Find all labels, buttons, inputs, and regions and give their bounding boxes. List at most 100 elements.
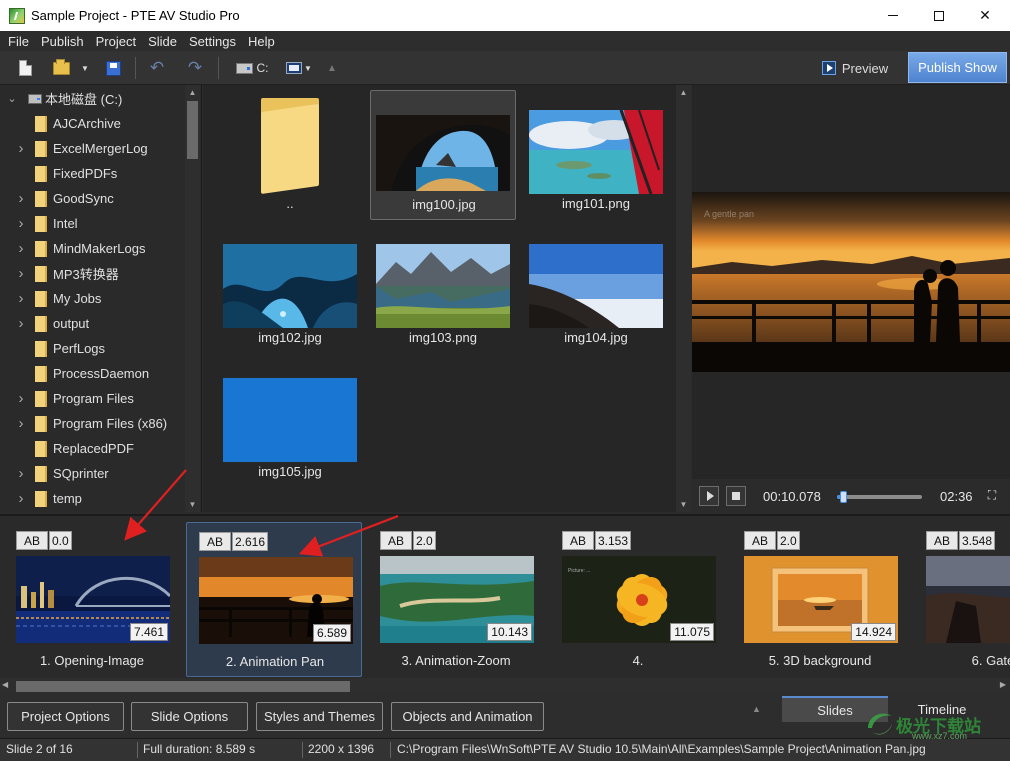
slide-thumbnail[interactable]: 10.143 <box>380 556 534 643</box>
scroll-up-icon[interactable]: ▲ <box>185 85 200 99</box>
file-item-img104[interactable]: img104.jpg <box>523 224 669 354</box>
chevron-right-icon[interactable]: › <box>16 265 26 282</box>
chevron-right-icon[interactable]: › <box>16 415 26 432</box>
slide-item[interactable]: AB 0.0 7.461 1. Opening-Image <box>4 522 180 677</box>
slide-thumbnail[interactable]: Picture: ... 11.075 <box>562 556 716 643</box>
menu-slide[interactable]: Slide <box>142 34 183 49</box>
close-button[interactable]: ✕ <box>962 0 1008 31</box>
tree-folder-item[interactable]: › ExcelMergerLog <box>0 136 185 161</box>
transition-ab-badge[interactable]: AB <box>16 531 48 550</box>
project-options-button[interactable]: Project Options <box>7 702 124 731</box>
file-item-img103[interactable]: img103.png <box>370 224 516 354</box>
tree-folder-item[interactable]: › MP3转换器 <box>0 261 185 286</box>
menu-file[interactable]: File <box>2 34 35 49</box>
files-scrollbar[interactable]: ▲ ▼ <box>676 85 691 512</box>
view-mode-button[interactable]: ▼ <box>284 57 314 79</box>
scroll-down-icon[interactable]: ▼ <box>185 497 200 511</box>
slide-preview-image[interactable]: A gentle pan <box>692 192 1010 372</box>
transition-duration-badge[interactable]: 2.0 <box>413 531 436 550</box>
slides-scrollbar[interactable]: ◀ ▶ <box>0 678 1010 694</box>
transition-ab-badge[interactable]: AB <box>380 531 412 550</box>
slide-thumbnail[interactable]: 7.461 <box>16 556 170 643</box>
play-button[interactable] <box>699 486 719 506</box>
slide-options-button[interactable]: Slide Options <box>131 702 248 731</box>
slide-item[interactable]: AB 3.153 Picture: ... 11.075 4. <box>550 522 726 677</box>
menu-publish[interactable]: Publish <box>35 34 90 49</box>
slides-scroll-thumb[interactable] <box>16 681 350 692</box>
minimize-button[interactable] <box>870 0 916 31</box>
tree-folder-item[interactable]: ProcessDaemon <box>0 361 185 386</box>
file-item-img105[interactable]: img105.jpg <box>217 358 363 488</box>
seek-slider[interactable] <box>837 491 922 503</box>
tree-root-drive[interactable]: ⌄ 本地磁盘 (C:) <box>0 86 185 111</box>
file-item-parent-folder[interactable]: .. <box>217 90 363 220</box>
slide-thumbnail[interactable]: 14.924 <box>744 556 898 643</box>
slide-thumbnail[interactable]: 6.589 <box>199 557 353 644</box>
chevron-right-icon[interactable]: › <box>16 465 26 482</box>
seek-handle[interactable] <box>839 491 847 503</box>
slide-item[interactable]: AB3.548 6. Gates -t <box>914 522 1010 677</box>
transition-duration-badge[interactable]: 2.616 <box>232 532 269 551</box>
tree-folder-item[interactable]: › Intel <box>0 211 185 236</box>
styles-themes-button[interactable]: Styles and Themes <box>256 702 383 731</box>
transition-ab-badge[interactable]: AB <box>926 531 958 550</box>
fullscreen-icon[interactable]: ⛶ <box>985 488 999 502</box>
chevron-right-icon[interactable]: › <box>16 490 26 507</box>
publish-show-button[interactable]: Publish Show <box>908 52 1007 83</box>
slide-item[interactable]: AB 2.0 14.924 5. 3D background <box>732 522 908 677</box>
transition-ab-badge[interactable]: AB <box>199 532 231 551</box>
menu-help[interactable]: Help <box>242 34 281 49</box>
chevron-right-icon[interactable]: › <box>16 240 26 257</box>
menu-settings[interactable]: Settings <box>183 34 242 49</box>
tree-folder-item[interactable]: › output <box>0 311 185 336</box>
folder-up-button[interactable]: ▲ <box>324 57 340 79</box>
tree-folder-item[interactable]: › SQprinter <box>0 461 185 486</box>
transition-duration-badge[interactable]: 2.0 <box>777 531 800 550</box>
chevron-right-icon[interactable]: › <box>16 190 26 207</box>
stop-button[interactable] <box>726 486 746 506</box>
transition-ab-badge[interactable]: AB <box>744 531 776 550</box>
collapse-arrow-icon[interactable]: ▲ <box>752 704 761 714</box>
file-item-img102[interactable]: img102.jpg <box>217 224 363 354</box>
transition-duration-badge[interactable]: 3.153 <box>595 531 632 550</box>
chevron-right-icon[interactable]: › <box>16 390 26 407</box>
transition-ab-badge[interactable]: AB <box>562 531 594 550</box>
file-item-img100[interactable]: img100.jpg <box>370 90 516 220</box>
redo-button[interactable]: ↷ <box>184 57 206 79</box>
tree-scroll-thumb[interactable] <box>187 101 198 159</box>
tree-folder-item[interactable]: ReplacedPDF <box>0 436 185 461</box>
scroll-left-icon[interactable]: ◀ <box>2 680 8 689</box>
chevron-down-icon[interactable]: ⌄ <box>7 93 17 105</box>
transition-duration-badge[interactable]: 0.0 <box>49 531 72 550</box>
tree-folder-item[interactable]: AJCArchive <box>0 111 185 136</box>
tree-scrollbar[interactable]: ▲ ▼ <box>185 85 200 512</box>
tree-folder-item[interactable]: › MindMakerLogs <box>0 236 185 261</box>
undo-button[interactable]: ↶ <box>146 57 168 79</box>
tree-folder-item[interactable]: › My Jobs <box>0 286 185 311</box>
scroll-right-icon[interactable]: ▶ <box>1000 680 1006 689</box>
slide-item[interactable]: AB 2.0 10.143 3. Animation-Zoom <box>368 522 544 677</box>
menu-project[interactable]: Project <box>90 34 142 49</box>
tree-folder-item[interactable]: › GoodSync <box>0 186 185 211</box>
preview-button[interactable]: Preview <box>810 57 900 79</box>
slide-thumbnail[interactable] <box>926 556 1010 643</box>
scroll-down-icon[interactable]: ▼ <box>676 497 691 511</box>
maximize-button[interactable] <box>916 0 962 31</box>
tree-folder-item[interactable]: › Program Files (x86) <box>0 411 185 436</box>
drive-selector[interactable]: C: <box>232 57 272 79</box>
open-recent-dropdown[interactable]: ▼ <box>78 57 90 79</box>
tree-folder-item[interactable]: › Program Files <box>0 386 185 411</box>
save-project-button[interactable] <box>102 57 124 79</box>
file-item-img101[interactable]: img101.png <box>523 90 669 220</box>
slide-item[interactable]: AB 2.616 6.589 2. Animation Pan <box>186 522 362 677</box>
tree-folder-item[interactable]: PerfLogs <box>0 336 185 361</box>
chevron-right-icon[interactable]: › <box>16 140 26 157</box>
chevron-right-icon[interactable]: › <box>16 290 26 307</box>
chevron-right-icon[interactable]: › <box>16 215 26 232</box>
chevron-right-icon[interactable]: › <box>16 315 26 332</box>
objects-animation-button[interactable]: Objects and Animation <box>391 702 544 731</box>
open-project-button[interactable] <box>50 57 72 79</box>
transition-duration-badge[interactable]: 3.548 <box>959 531 996 550</box>
scroll-up-icon[interactable]: ▲ <box>676 85 691 99</box>
tree-folder-item[interactable]: › temp <box>0 486 185 511</box>
